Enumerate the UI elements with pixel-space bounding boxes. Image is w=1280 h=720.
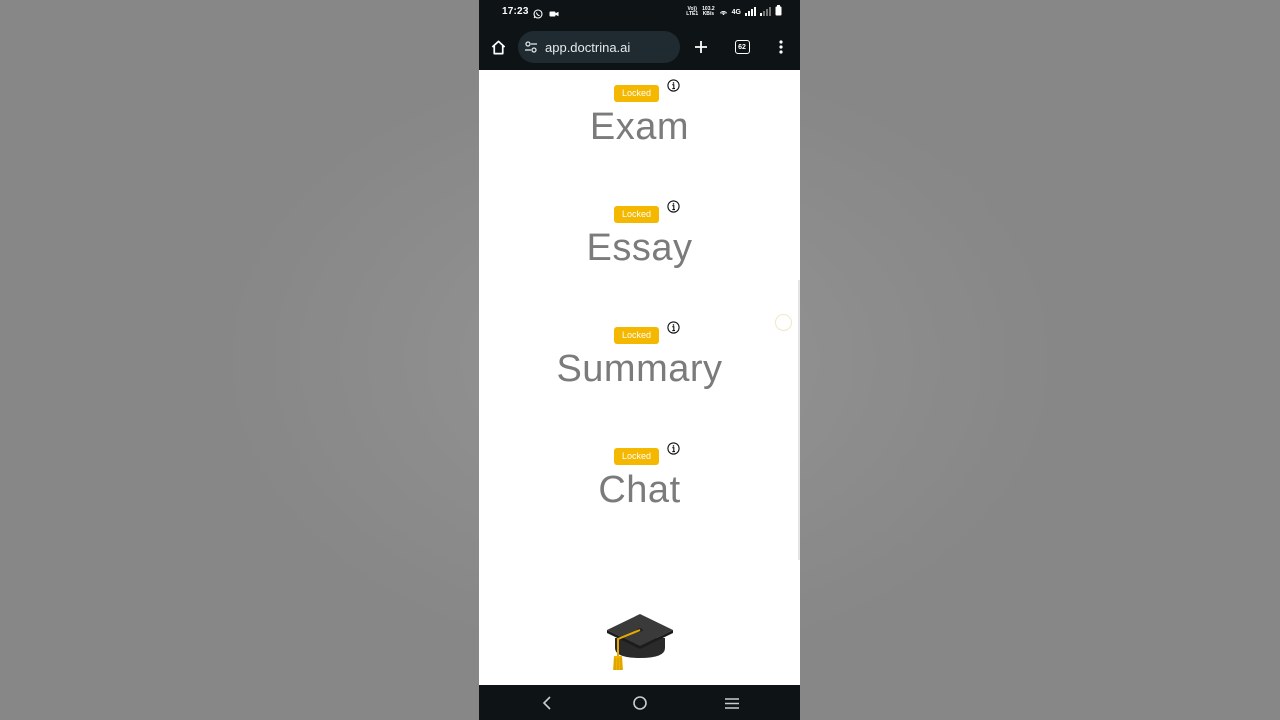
info-icon[interactable] [667, 200, 680, 213]
status-bar: 17:23 Vo)) LTE1 103.2 KB/s 4G [479, 0, 800, 24]
tab-switcher-icon[interactable]: 62 [730, 35, 754, 59]
locked-badge: Locked [614, 206, 659, 223]
touch-indicator [775, 314, 792, 331]
signal-weak-icon [760, 3, 771, 21]
hotspot-icon [719, 3, 728, 21]
video-icon [549, 6, 559, 17]
back-icon[interactable] [537, 693, 557, 713]
feature-title: Chat [598, 469, 681, 511]
speed-unit: KB/s [702, 11, 715, 17]
volte-indicator: Vo)) LTE1 [686, 7, 698, 17]
status-time: 17:23 [502, 6, 529, 17]
site-settings-icon[interactable] [524, 40, 538, 59]
recents-icon[interactable] [722, 693, 742, 713]
feature-title: Summary [556, 348, 723, 390]
locked-badge: Locked [614, 448, 659, 465]
feature-title: Essay [586, 227, 693, 269]
battery-icon [775, 3, 782, 21]
network-speed: 103.2 KB/s [702, 7, 715, 17]
more-vert-icon[interactable] [769, 35, 793, 59]
plus-icon[interactable] [689, 35, 713, 59]
feature-chat[interactable]: Locked Chat [479, 433, 800, 513]
volte-bottom: LTE1 [686, 11, 699, 17]
home-icon[interactable] [486, 35, 510, 59]
phone-screen: 17:23 Vo)) LTE1 103.2 KB/s 4G app.doctri… [479, 0, 800, 720]
system-nav-bar [479, 685, 800, 720]
tab-count: 62 [734, 40, 750, 54]
url-text: app.doctrina.ai [545, 40, 631, 55]
feature-essay[interactable]: Locked Essay [479, 191, 800, 271]
graduation-cap-icon [605, 612, 675, 674]
page-content: Locked Exam Locked Essay Locked Summary … [479, 70, 800, 685]
home-circle-icon[interactable] [630, 693, 650, 713]
signal-icon [745, 3, 756, 21]
network-type: 4G [731, 8, 741, 16]
info-icon[interactable] [667, 442, 680, 455]
feature-summary[interactable]: Locked Summary [479, 312, 800, 392]
whatsapp-icon [533, 6, 543, 19]
feature-exam[interactable]: Locked Exam [479, 70, 800, 150]
locked-badge: Locked [614, 327, 659, 344]
locked-badge: Locked [614, 85, 659, 102]
feature-title: Exam [589, 106, 690, 148]
browser-toolbar: app.doctrina.ai 62 [479, 24, 800, 70]
scroll-indicator[interactable] [798, 280, 800, 560]
status-indicators: Vo)) LTE1 103.2 KB/s 4G [686, 5, 782, 19]
info-icon[interactable] [667, 321, 680, 334]
address-bar[interactable]: app.doctrina.ai [518, 31, 680, 63]
info-icon[interactable] [667, 79, 680, 92]
